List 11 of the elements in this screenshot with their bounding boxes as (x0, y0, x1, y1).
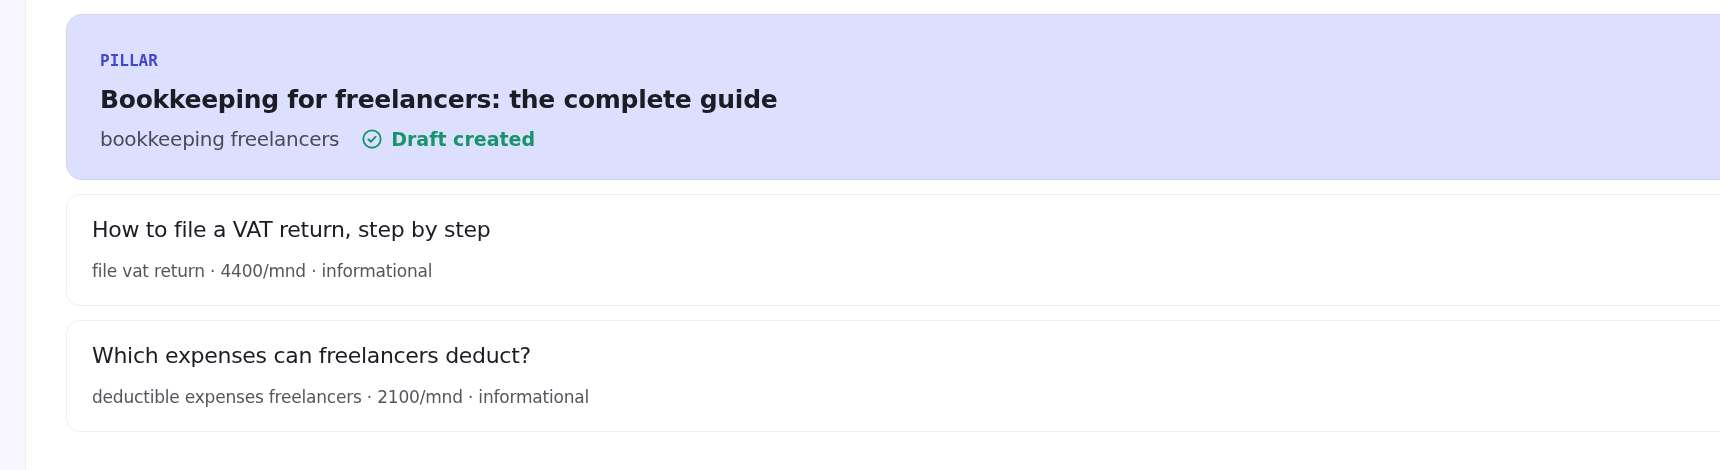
article-meta: file vat return · 4400/mnd · informational (92, 260, 434, 283)
article-title: Which expenses can freelancers deduct? (92, 342, 532, 370)
article-title: How to file a VAT return, step by step (92, 216, 492, 244)
pillar-label: PILLAR (100, 51, 159, 71)
keyword-text: bookkeeping freelancers (100, 126, 340, 153)
article-meta: deductible expenses freelancers · 2100/mnd · informational (92, 386, 591, 409)
pillar-title: Bookkeeping for freelancers: the complete guide (100, 84, 779, 116)
pillar-card[interactable]: PILLAR Bookkeeping for freelancers: the complete guide bookkeeping freelancers Draft created (66, 14, 1720, 180)
article-card[interactable]: How to file a VAT return, step by step file vat return · 4400/mnd · informational (66, 194, 1720, 306)
status-text: Draft created (391, 127, 536, 152)
article-card[interactable]: Which expenses can freelancers deduct? deductible expenses freelancers · 2100/mnd · informational (66, 320, 1720, 432)
